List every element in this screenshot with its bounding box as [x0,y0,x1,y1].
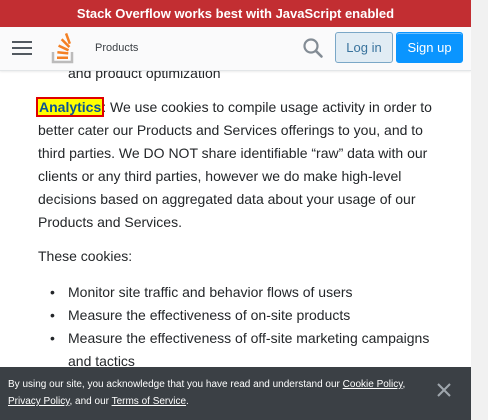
terms-of-service-link[interactable]: Terms of Service [112,396,186,407]
privacy-policy-link[interactable]: Privacy Policy [8,396,70,407]
scrollbar[interactable] [471,0,488,420]
list-item: Monitor site traffic and behavior flows … [38,281,438,304]
login-button[interactable]: Log in [335,32,393,63]
cookie-notice: By using our site, you acknowledge that … [0,367,471,420]
javascript-warning-banner: Stack Overflow works best with JavaScrip… [0,0,471,27]
analytics-term: Analytics [35,97,105,117]
close-icon[interactable] [437,383,451,397]
hamburger-icon[interactable] [12,41,32,56]
cookie-notice-text: By using our site, you acknowledge that … [8,379,406,407]
signup-button[interactable]: Sign up [396,32,463,63]
analytics-paragraph: Analytics: We use cookies to compile usa… [35,96,438,234]
top-bar: Products Log in Sign up [0,27,471,71]
stackoverflow-logo[interactable] [50,33,78,65]
search-icon[interactable] [301,36,325,60]
list-item: Measure the effectiveness of on-site pro… [38,304,438,327]
page: Stack Overflow works best with JavaScrip… [0,0,471,420]
cookie-purpose-list: Monitor site traffic and behavior flows … [38,281,438,373]
analytics-text: We use cookies to compile usage activity… [38,99,432,230]
products-link[interactable]: Products [95,41,138,55]
policy-content: and product optimization Analytics: We u… [35,62,438,373]
these-cookies-text: These cookies: [38,248,133,264]
cookie-policy-link[interactable]: Cookie Policy [343,379,403,390]
